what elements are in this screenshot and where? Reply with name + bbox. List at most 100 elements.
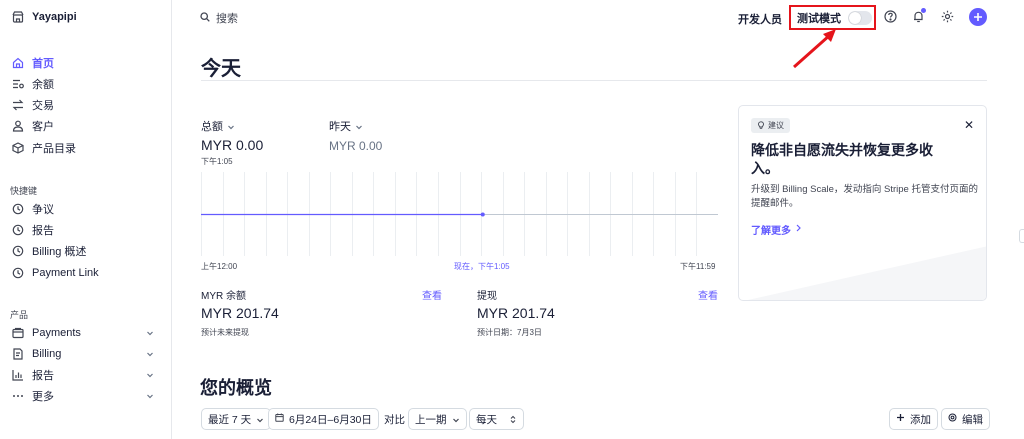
- balance-label: MYR 余额: [201, 291, 246, 302]
- chart-x-label-now: 现在，下午1:05: [454, 262, 510, 271]
- date-picker-button[interactable]: 6月24日–6月30日: [268, 408, 379, 430]
- total-label: 总额: [201, 121, 223, 133]
- search-placeholder: 搜索: [216, 13, 238, 25]
- search-input[interactable]: 搜索: [200, 10, 238, 26]
- sidebar-item-billing[interactable]: Billing: [12, 346, 158, 362]
- suggestion-title: 降低非自愿流失并恢复更多收入。: [751, 142, 933, 176]
- sidebar-item-payments[interactable]: Payments: [12, 325, 158, 341]
- learn-more-link[interactable]: 了解更多: [751, 222, 802, 237]
- edit-button[interactable]: 编辑: [941, 408, 990, 430]
- page-title: 今天: [201, 58, 241, 80]
- overview-title: 您的概览: [200, 378, 272, 398]
- account-switcher[interactable]: Yayapipi: [12, 11, 77, 23]
- chevron-down-icon: [146, 328, 154, 336]
- sidebar-item-customers[interactable]: 客户: [12, 118, 158, 134]
- chevron-down-icon: [227, 122, 235, 130]
- sidebar-item-label: 客户: [32, 121, 54, 133]
- suggestion-card: 建议 ✕ 降低非自愿流失并恢复更多收入。 升级到 Billing Scale，发…: [738, 105, 987, 301]
- payout-value: MYR 201.74: [477, 305, 555, 321]
- total-value: MYR 0.00: [201, 137, 264, 153]
- developers-link[interactable]: 开发人员: [738, 11, 782, 27]
- balance-value: MYR 201.74: [201, 305, 279, 321]
- payout-view-link[interactable]: 查看: [698, 287, 718, 302]
- settings-gear-icon[interactable]: [940, 9, 954, 23]
- date-range-value: 最近 7 天: [208, 413, 252, 426]
- compare-value: 上一期: [415, 413, 447, 426]
- lightbulb-icon: [757, 120, 765, 131]
- gear-icon: [948, 413, 957, 425]
- store-icon: [12, 11, 24, 23]
- clock-icon: [12, 267, 24, 279]
- date-range-select[interactable]: 最近 7 天: [201, 408, 272, 430]
- shortcuts-heading: 快捷键: [10, 186, 38, 196]
- sidebar: Yayapipi 首页 余额 交易 客户 产品目录 快捷键 争议 报告 Bill…: [0, 0, 172, 439]
- total-metric-dropdown[interactable]: 总额: [201, 118, 235, 134]
- chart-x-label-end: 下午11:59: [680, 262, 716, 271]
- sidebar-item-billing-overview[interactable]: Billing 概述: [12, 243, 158, 259]
- chevron-down-icon: [355, 122, 363, 130]
- yesterday-label: 昨天: [329, 121, 351, 133]
- search-icon: [200, 11, 210, 25]
- clock-icon: [12, 245, 24, 257]
- compare-select[interactable]: 上一期: [408, 408, 467, 430]
- chevron-down-icon: [146, 349, 154, 357]
- suggestion-chip-label: 建议: [768, 121, 784, 130]
- edit-button-label: 编辑: [962, 413, 983, 426]
- test-mode-toggle[interactable]: [848, 10, 872, 25]
- sidebar-item-label: 争议: [32, 204, 54, 216]
- sidebar-item-balances[interactable]: 余额: [12, 76, 158, 92]
- suggestion-chip: 建议: [751, 118, 790, 133]
- create-plus-button[interactable]: [969, 8, 987, 26]
- payout-label: 提现: [477, 291, 497, 302]
- toggle-knob: [849, 11, 861, 24]
- interval-select[interactable]: 每天: [469, 408, 524, 430]
- calendar-icon: [275, 413, 284, 425]
- more-dots-icon: [12, 390, 24, 402]
- chevron-down-icon: [452, 415, 460, 423]
- notifications-bell-icon[interactable]: [911, 8, 926, 23]
- sidebar-item-label: Payments: [32, 327, 81, 339]
- test-mode-label: 测试模式: [797, 12, 841, 25]
- account-name: Yayapipi: [32, 11, 77, 23]
- clock-icon: [12, 203, 24, 215]
- suggestion-body: 升级到 Billing Scale，发动指向 Stripe 托管支付页面的提醒邮…: [751, 184, 978, 209]
- home-icon: [12, 57, 24, 69]
- bar-chart-icon: [12, 369, 24, 381]
- sidebar-item-reports-shortcut[interactable]: 报告: [12, 222, 158, 238]
- sidebar-item-disputes[interactable]: 争议: [12, 201, 158, 217]
- balance-view-link[interactable]: 查看: [422, 287, 442, 302]
- sidebar-item-label: Billing: [32, 348, 62, 360]
- sidebar-item-label: Payment Link: [32, 267, 99, 279]
- balance-icon: [12, 78, 24, 90]
- date-picker-value: 6月24日–6月30日: [289, 413, 372, 426]
- compare-label: 对比: [384, 414, 405, 426]
- close-icon[interactable]: ✕: [964, 118, 974, 132]
- sidebar-item-home[interactable]: 首页: [12, 55, 158, 71]
- sidebar-item-payment-link[interactable]: Payment Link: [12, 265, 158, 281]
- transfer-icon: [12, 99, 24, 111]
- chevron-right-icon: [795, 224, 802, 235]
- sidebar-item-label: 报告: [32, 225, 54, 237]
- chevron-down-icon: [146, 370, 154, 378]
- clock-icon: [12, 224, 24, 236]
- side-panel-handle[interactable]: [1019, 229, 1024, 243]
- chart-current-point: [480, 212, 485, 217]
- chevron-up-down-icon: [509, 415, 517, 424]
- sidebar-item-reports[interactable]: 报告: [12, 367, 158, 383]
- sidebar-item-transactions[interactable]: 交易: [12, 97, 158, 113]
- help-icon[interactable]: [883, 9, 897, 23]
- sidebar-item-label: 首页: [32, 58, 54, 70]
- today-chart: [201, 172, 718, 256]
- plus-icon: [896, 413, 905, 425]
- plus-icon: [974, 13, 982, 21]
- invoice-icon: [12, 348, 24, 360]
- yesterday-dropdown[interactable]: 昨天: [329, 118, 363, 134]
- sidebar-item-product-catalog[interactable]: 产品目录: [12, 140, 158, 156]
- sidebar-item-more[interactable]: 更多: [12, 388, 158, 404]
- sidebar-item-label: 报告: [32, 370, 54, 382]
- box-icon: [12, 142, 24, 154]
- add-button[interactable]: 添加: [889, 408, 938, 430]
- wallet-icon: [12, 327, 24, 339]
- learn-more-label: 了解更多: [751, 226, 791, 237]
- products-heading: 产品: [10, 310, 29, 320]
